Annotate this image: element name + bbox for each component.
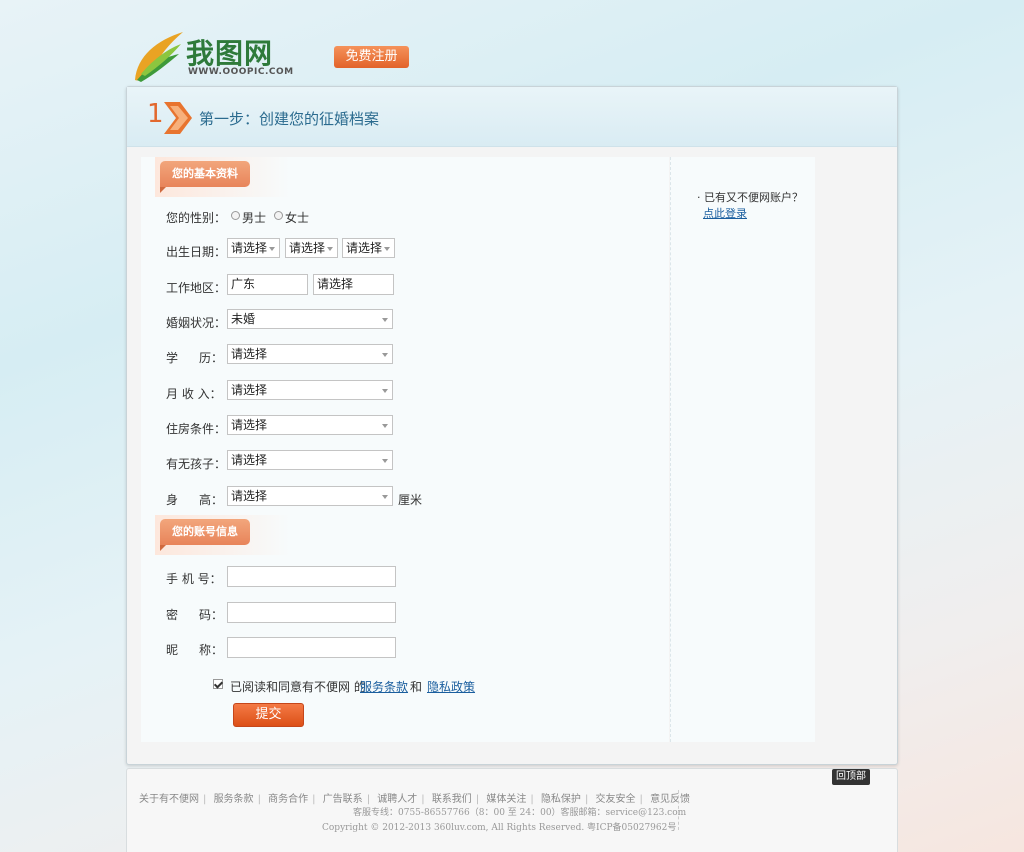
basic-info-tag-wrap: 您的基本资料 [155,157,290,197]
login-link[interactable]: 点此登录 [703,205,747,221]
children-value: 请选择 [231,453,268,467]
region-city-field[interactable]: 请选择 [313,274,394,295]
birth-year-select[interactable]: 请选择 [227,238,280,258]
region-province-field[interactable]: 广东 [227,274,308,295]
chevron-down-icon [269,247,275,251]
region-label: 工作地区： [166,281,227,295]
footer-link[interactable]: 广告联系 [323,794,363,805]
nickname-field[interactable] [227,637,396,658]
footer-link[interactable]: 隐私保护 [541,794,581,805]
housing-value: 请选择 [231,418,268,432]
phone-field[interactable] [227,566,396,587]
step-title: 第一步：创建您的征婚档案 [199,110,380,128]
phone-label: 手 机 号： [166,572,222,586]
education-label-b: 历： [199,351,224,365]
step-header: 1 第一步：创建您的征婚档案 [127,87,897,147]
chevron-down-icon [382,353,388,357]
birth-year-value: 请选择 [231,241,268,255]
footer-link[interactable]: 服务条款 [214,794,254,805]
footer-copyright: Copyright © 2012-2013 360luv.com, All Ri… [322,823,677,833]
agreement-and: 和 [410,680,423,694]
password-label-b: 码： [199,608,224,622]
footer-link[interactable]: 联系我们 [432,794,472,805]
logo-url: WWW.OOOPIC.COM [188,67,294,77]
footer-link[interactable]: 诚聘人才 [377,794,417,805]
children-select[interactable]: 请选择 [227,450,393,470]
step-arrow-icon [164,102,192,134]
footer-contact: 客服专线：0755-86557766（8：00 至 24：00）客服邮箱：ser… [353,808,687,818]
footer-link[interactable]: 媒体关注 [486,794,526,805]
back-to-top-button[interactable]: 回顶部 [832,769,870,785]
marital-value: 未婚 [231,312,256,326]
logo-text: 我图网 [186,37,274,70]
marital-select[interactable]: 未婚 [227,309,393,329]
chevron-down-icon [382,318,388,322]
site-logo[interactable]: 我图网 WWW.OOOPIC.COM [131,26,311,84]
footer-link[interactable]: 商务合作 [268,794,308,805]
education-value: 请选择 [231,347,268,361]
chevron-down-icon [382,495,388,499]
height-value: 请选择 [231,489,268,503]
income-label: 月 收 入： [166,387,222,401]
nickname-label-b: 称： [199,643,224,657]
birth-day-value: 请选择 [346,241,383,255]
leaf-logo-icon [135,32,183,82]
chevron-down-icon [382,459,388,463]
submit-button[interactable]: 提交 [233,703,304,727]
height-label-b: 高： [199,493,224,507]
gender-female-label: 女士 [285,211,310,225]
side-panel: · 已有又不便网账户？ 点此登录 [670,157,815,742]
agreement-text: 已阅读和同意有不便网 的 [230,680,366,694]
footer-link[interactable]: 关于有不便网 [139,794,199,805]
footer-links: 关于有不便网 | 服务条款 | 商务合作 | 广告联系 | 诚聘人才 | 联系我们 | 媒体… [139,794,691,805]
existing-account-text: · 已有又不便网账户？ [697,191,803,204]
birth-day-select[interactable]: 请选择 [342,238,395,258]
marital-label: 婚姻状况： [166,316,227,330]
password-label-a: 密 [166,608,179,622]
birth-label: 出生日期： [166,245,227,259]
footer-link[interactable]: 交友安全 [596,794,636,805]
height-select[interactable]: 请选择 [227,486,393,506]
height-unit: 厘米 [398,493,423,507]
password-field[interactable] [227,602,396,623]
privacy-link[interactable]: 隐私政策 [427,678,475,695]
basic-info-tag: 您的基本资料 [160,161,250,193]
account-info-tag-wrap: 您的账号信息 [155,515,290,555]
gender-male-label: 男士 [242,211,267,225]
education-select[interactable]: 请选择 [227,344,393,364]
terms-link[interactable]: 服务条款 [360,678,408,695]
free-register-button[interactable]: 免费注册 [334,46,409,68]
height-label-a: 身 [166,493,179,507]
income-value: 请选择 [231,383,268,397]
gender-male-radio[interactable] [231,211,240,220]
gender-label: 您的性别： [166,211,227,225]
gender-female-radio[interactable] [274,211,283,220]
account-info-tag: 您的账号信息 [160,519,250,551]
footer-link[interactable]: 意见反馈 [650,794,690,805]
footer-divider [678,790,679,830]
housing-label: 住房条件： [166,422,227,436]
chevron-down-icon [384,247,390,251]
housing-select[interactable]: 请选择 [227,415,393,435]
chevron-down-icon [327,247,333,251]
income-select[interactable]: 请选择 [227,380,393,400]
footer: 关于有不便网 | 服务条款 | 商务合作 | 广告联系 | 诚聘人才 | 联系我们 | 媒体… [126,768,898,852]
birth-month-value: 请选择 [289,241,326,255]
nickname-label-a: 昵 [166,643,179,657]
education-label-a: 学 [166,351,179,365]
agreement-checkbox[interactable] [213,679,223,689]
chevron-down-icon [382,389,388,393]
children-label: 有无孩子： [166,457,227,471]
chevron-down-icon [382,424,388,428]
birth-month-select[interactable]: 请选择 [285,238,338,258]
